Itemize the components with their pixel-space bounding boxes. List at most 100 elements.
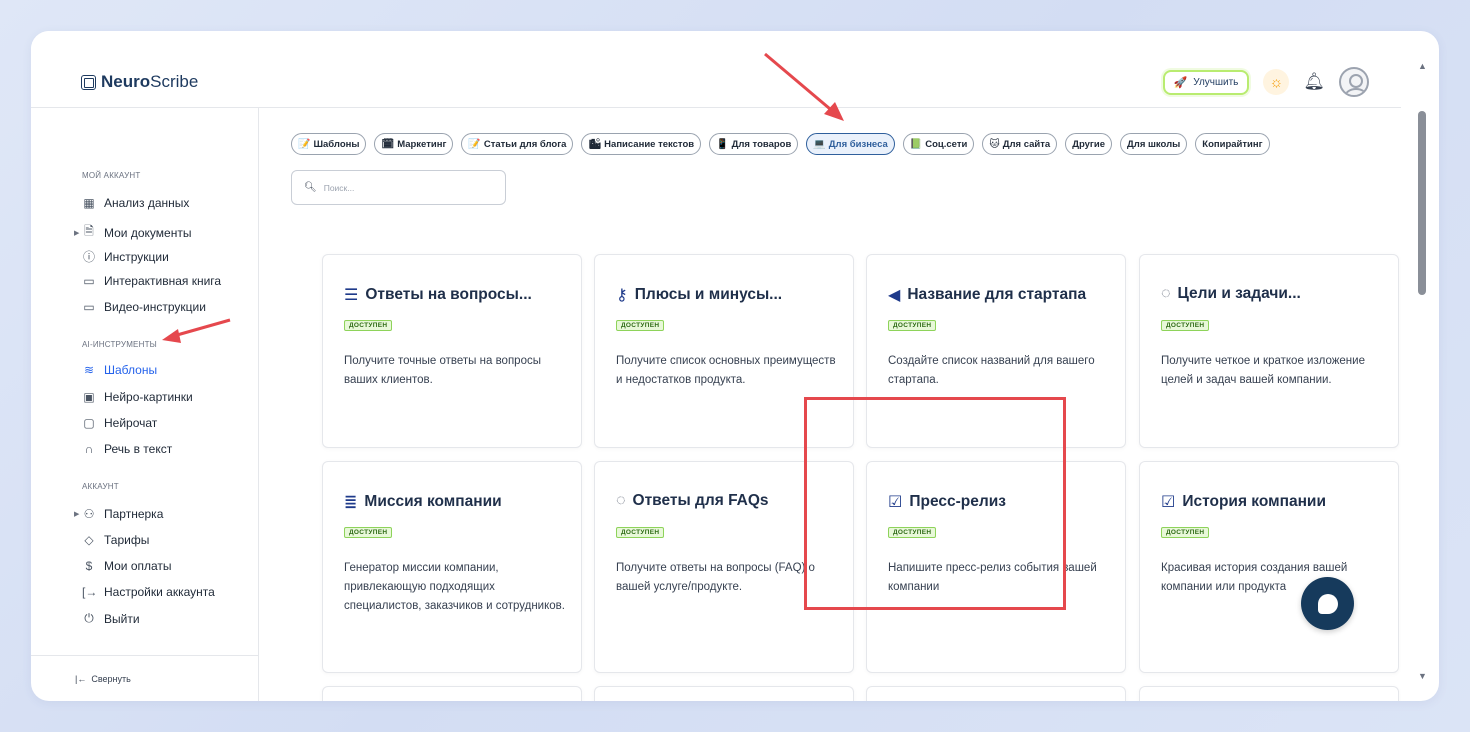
tag-icon: ◇ [84,533,94,547]
checkbox-icon: ☑ [1161,494,1176,511]
sidebar-item-my-documents[interactable]: ▶ 🗎 Мои документы [74,222,191,243]
sidebar-item-instructions[interactable]: ⓘ Инструкции [82,248,169,265]
scrollbar-thumb[interactable] [1418,111,1426,295]
caret-right-icon[interactable]: ▶ [74,229,79,237]
layers-icon: ≋ [83,363,95,377]
city-icon: 🏙 [588,138,602,150]
caret-right-icon[interactable]: ▶ [74,510,79,518]
megaphone-icon: ◀ [888,287,901,304]
chip-copywriting[interactable]: Копирайтинг [1195,133,1270,155]
sidebar-item-account-settings[interactable]: [→ Настройки аккаунта [82,585,215,599]
video-icon: ▭ [83,300,95,314]
section-title-ai-tools: AI-ИНСТРУМЕНТЫ [82,340,157,349]
calendar-icon: 🗓 [381,138,395,150]
sidebar-item-partner[interactable]: ▶ ⚇ Партнерка [74,507,163,521]
template-card[interactable] [1139,686,1399,701]
chip-social[interactable]: 📗 Соц.сети [902,133,975,155]
theme-toggle-sun-icon[interactable]: ☼ [1263,69,1290,95]
bell-icon[interactable]: 🔔︎ [1303,72,1325,92]
sidebar-item-speech-to-text[interactable]: ∩ Речь в текст [82,442,173,456]
sidebar-item-neuro-images[interactable]: ▣ Нейро-картинки [82,390,192,404]
chip-for-school[interactable]: Для школы [1120,133,1188,155]
sidebar-item-video-instructions[interactable]: ▭ Видео-инструкции [82,300,206,314]
card-description: Получите четкое и краткое изложение целе… [1161,355,1365,386]
card-description: Красивая история создания вашей компании… [1161,562,1348,593]
template-card[interactable]: ≣ Миссия компании ДОСТУПЕН Генератор мисс… [322,461,582,673]
card-title: ◀ Название для стартапа [888,286,1087,304]
upgrade-button[interactable]: 🚀 Улучшить [1162,69,1250,95]
status-badge: ДОСТУПЕН [616,320,665,331]
chip-for-business[interactable]: 💻 Для бизнеса [806,133,895,155]
template-card[interactable] [866,686,1126,701]
card-title: ☰ Ответы на вопросы... [344,286,532,304]
sidebar-item-interactive-book[interactable]: ▭ Интерактивная книга [82,274,221,288]
note-icon: 📝 [468,138,481,150]
power-icon: ⏻ [84,611,94,625]
chip-blog-articles[interactable]: 📝 Статьи для блога [461,133,574,155]
sidebar-item-payments[interactable]: $ Мои оплаты [82,559,172,573]
app-window: NeuroScribe 🚀 Улучшить ☼ 🔔︎ МОЙ АККАУНТ … [31,31,1439,701]
card-title: ◌ Ответы для FAQs [616,492,769,509]
logo[interactable]: NeuroScribe [81,72,198,92]
chip-other[interactable]: Другие [1065,133,1113,155]
category-chips: 📝 Шаблоны 🗓 Маркетинг 📝 Статьи для блога 🏙 Н… [291,133,1270,155]
book-icon: ▭ [83,274,95,288]
memo-icon: 📝 [298,138,311,150]
chat-bubble-icon [1317,593,1338,614]
avatar[interactable] [1339,67,1369,97]
template-card[interactable]: ☰ Ответы на вопросы... ДОСТУПЕН Получите … [322,254,582,448]
chip-writing-texts[interactable]: 🏙 Написание текстов [581,133,702,155]
clock-icon: ◌ [1161,285,1171,302]
chat-widget-button[interactable] [1301,577,1354,630]
status-badge: ДОСТУПЕН [344,527,393,538]
document-icon: 🗎 [84,224,94,238]
sidebar-item-templates[interactable]: ≋ Шаблоны [82,363,157,377]
chip-for-products[interactable]: 📱 Для товаров [709,133,799,155]
card-title: ☑ История компании [1161,493,1326,511]
vertical-scrollbar[interactable]: ▲ ▼ [1409,61,1439,681]
cat-icon: 🐱 [989,138,1000,150]
template-card[interactable]: ☑ История компании ДОСТУПЕН Красивая исто… [1139,461,1399,673]
chip-templates[interactable]: 📝 Шаблоны [291,133,367,155]
status-badge: ДОСТУПЕН [344,320,393,331]
key-icon: ⚷ [616,287,628,304]
sidebar: МОЙ АККАУНТ ▦ Анализ данных ▶ 🗎 Мои докумен… [31,108,259,701]
sidebar-item-logout[interactable]: ⏻ Выйти [82,611,139,626]
chat-icon: ▢ [83,416,95,430]
status-badge: ДОСТУПЕН [1161,527,1210,538]
card-description: Получите точные ответы на вопросы ваших … [344,355,541,386]
status-badge: ДОСТУПЕН [616,527,665,538]
header-actions: 🚀 Улучшить ☼ 🔔︎ [1162,67,1369,97]
search-input[interactable] [323,182,494,193]
clock-icon: ◌ [616,492,626,509]
top-header: NeuroScribe 🚀 Улучшить ☼ 🔔︎ [31,31,1401,108]
collapse-icon: |← [75,674,87,684]
brand-name: NeuroScribe [101,72,199,91]
scroll-up-icon[interactable]: ▲ [1418,61,1427,71]
list-icon: ☰ [344,287,359,304]
grid-icon: ▦ [83,196,95,210]
card-description: Генератор миссии компании, привлекающую … [344,562,565,612]
upgrade-label: Улучшить [1193,76,1239,88]
chip-for-site[interactable]: 🐱 Для сайта [982,133,1058,155]
sidebar-item-neurochat[interactable]: ▢ Нейрочат [82,416,157,430]
template-card[interactable] [322,686,582,701]
card-description: Создайте список названий для вашего стар… [888,355,1095,386]
scroll-down-icon[interactable]: ▼ [1418,671,1427,681]
card-title: ⚷ Плюсы и минусы... [616,286,783,304]
sidebar-item-tariffs[interactable]: ◇ Тарифы [82,533,149,547]
sidebar-divider [31,655,259,656]
chip-marketing[interactable]: 🗓 Маркетинг [374,133,454,155]
annotation-arrow-to-templates [162,318,231,343]
help-circle-icon: ⓘ [82,250,95,264]
sidebar-item-data-analysis[interactable]: ▦ Анализ данных [82,196,189,210]
rocket-icon: 🚀 [1173,76,1188,89]
section-title-my-account: МОЙ АККАУНТ [82,171,141,180]
template-card[interactable] [594,686,854,701]
template-card[interactable]: ◌ Цели и задачи... ДОСТУПЕН Получите четк… [1139,254,1399,448]
arrow-line [764,52,837,116]
align-icon: ≣ [344,494,358,511]
annotation-arrow-to-business-chip [764,52,844,121]
collapse-sidebar-button[interactable]: |← Свернуть [75,674,131,684]
arrow-head [162,329,181,343]
